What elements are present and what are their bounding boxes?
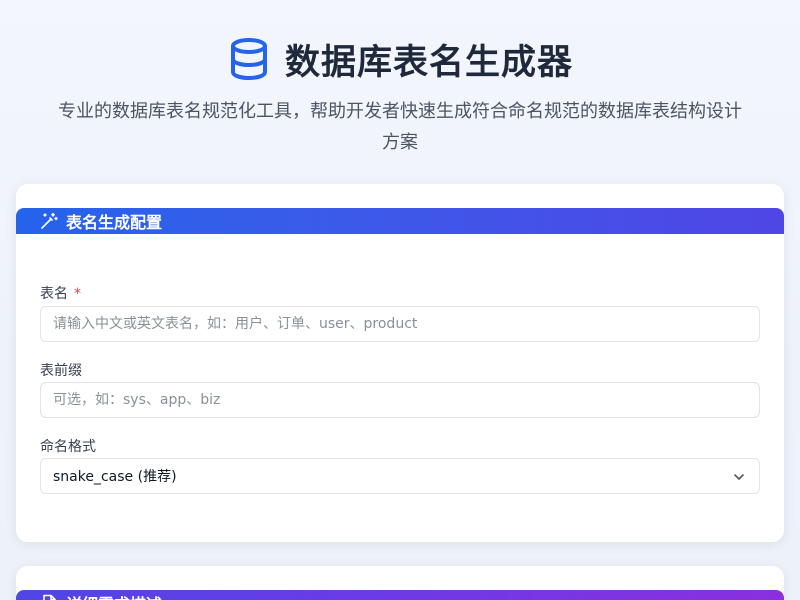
requirements-card-header: 详细需求描述 (16, 590, 784, 600)
table-name-label-text: 表名 (40, 286, 68, 302)
naming-format-label: 命名格式 (40, 439, 96, 455)
required-mark: * (74, 286, 81, 302)
config-card: 表名生成配置 表名 * 表前缀 命名格式 snake_case (推荐) (16, 184, 784, 542)
title-row: 数据库表名生成器 (0, 32, 800, 86)
document-icon (40, 594, 58, 600)
requirements-card: 详细需求描述 (16, 566, 784, 600)
naming-format-value: snake_case (推荐) (53, 469, 177, 485)
table-name-label: 表名 * (40, 283, 81, 303)
config-card-title: 表名生成配置 (66, 213, 163, 232)
naming-format-select[interactable]: snake_case (推荐) (40, 458, 760, 494)
page-header: 数据库表名生成器 专业的数据库表名规范化工具，帮助开发者快速生成符合命名规范的数… (0, 32, 800, 158)
page-title: 数据库表名生成器 (284, 42, 573, 83)
magic-wand-icon (40, 212, 58, 230)
page-subtitle: 专业的数据库表名规范化工具，帮助开发者快速生成符合命名规范的数据库表结构设计方案 (58, 101, 742, 153)
chevron-down-icon (731, 469, 747, 485)
prefix-label: 表前缀 (40, 363, 82, 379)
database-icon (227, 37, 271, 81)
page: 数据库表名生成器 专业的数据库表名规范化工具，帮助开发者快速生成符合命名规范的数… (0, 0, 800, 600)
prefix-input[interactable] (40, 382, 760, 418)
table-name-input[interactable] (40, 306, 760, 342)
config-card-header: 表名生成配置 (16, 208, 784, 234)
requirements-card-title: 详细需求描述 (66, 591, 162, 600)
